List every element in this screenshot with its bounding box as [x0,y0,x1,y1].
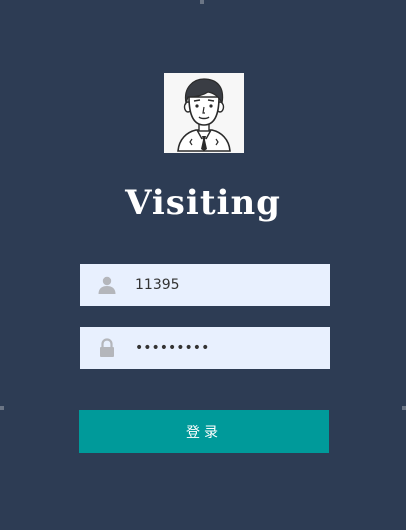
resize-handle-right[interactable] [402,406,406,410]
login-page: Visiting 登录 [0,0,406,530]
man-avatar-icon [164,73,244,153]
app-title: Visiting [125,183,281,223]
resize-handle-left[interactable] [0,406,4,410]
username-input[interactable] [135,264,320,306]
password-field[interactable] [80,327,330,369]
login-button[interactable]: 登录 [79,410,329,453]
password-input[interactable] [135,327,320,369]
resize-handle-top[interactable] [200,0,204,4]
user-icon [98,276,116,294]
avatar [164,73,244,153]
username-field[interactable] [80,264,330,306]
lock-icon [100,338,114,357]
